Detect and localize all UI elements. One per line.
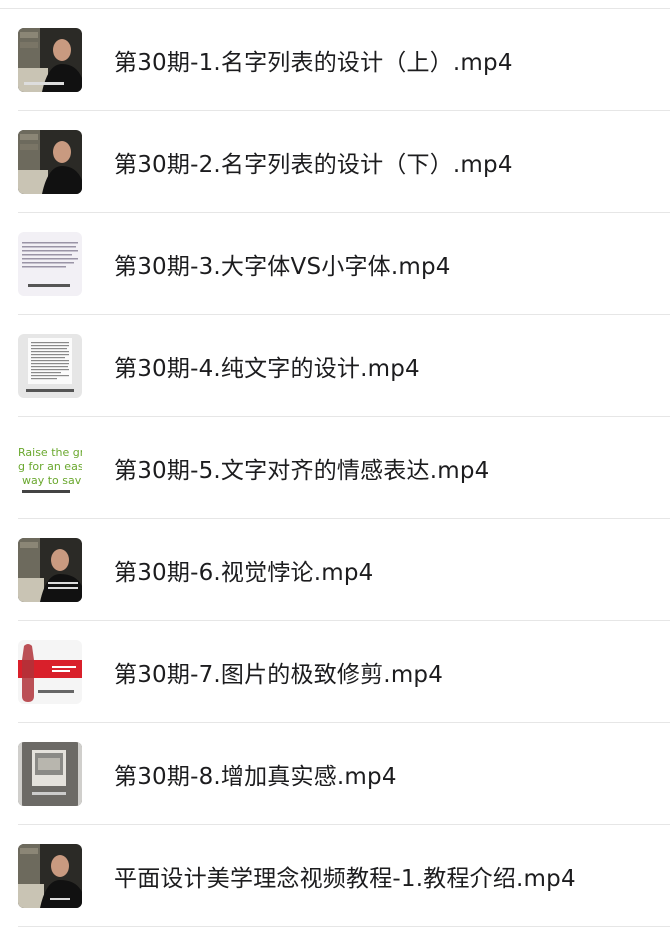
ad-text-line-2: g for an easy [18,460,82,473]
document-page-thumbnail [18,333,82,398]
list-item[interactable]: 第30期-3.大字体VS小字体.mp4 [18,213,670,315]
list-item[interactable]: 第30期-8.增加真实感.mp4 [18,723,670,825]
list-item[interactable]: 第30期-2.名字列表的设计（下）.mp4 [18,111,670,213]
file-name: 第30期-7.图片的极致修剪.mp4 [114,661,444,688]
list-item[interactable]: 第30期-1.名字列表的设计（上）.mp4 [18,9,670,111]
video-presenter-thumbnail [18,129,82,194]
ad-text-line-3: way to sav [22,474,82,487]
video-presenter-thumbnail [18,843,82,908]
list-item[interactable]: 第30期-4.纯文字的设计.mp4 [18,315,670,417]
list-item[interactable]: 第30期-7.图片的极致修剪.mp4 [18,621,670,723]
ad-text-line-1: Raise the gre [18,446,82,459]
ad-text-thumbnail: Raise the gre g for an easy way to sav [18,435,82,500]
file-name: 第30期-2.名字列表的设计（下）.mp4 [114,151,513,178]
file-name: 第30期-5.文字对齐的情感表达.mp4 [114,457,490,484]
list-item[interactable]: 平面设计美学理念视频教程-1.教程介绍.mp4 [18,825,670,927]
text-page-thumbnail [18,231,82,296]
list-item[interactable]: 第30期-6.视觉悖论.mp4 [18,519,670,621]
file-name: 平面设计美学理念视频教程-1.教程介绍.mp4 [114,865,576,892]
coca-cola-ad-thumbnail [18,639,82,704]
list-item[interactable]: Raise the gre g for an easy way to sav 第… [18,417,670,519]
file-name: 第30期-6.视觉悖论.mp4 [114,559,374,586]
file-name: 第30期-1.名字列表的设计（上）.mp4 [114,49,513,76]
file-name: 第30期-8.增加真实感.mp4 [114,763,397,790]
file-name: 第30期-3.大字体VS小字体.mp4 [114,253,451,280]
video-presenter-thumbnail [18,27,82,92]
framed-photo-thumbnail [18,741,82,806]
file-name: 第30期-4.纯文字的设计.mp4 [114,355,420,382]
video-presenter-thumbnail [18,537,82,602]
file-list: 第30期-1.名字列表的设计（上）.mp4 第30期-2.名字列表的设计（下）.… [0,8,670,927]
